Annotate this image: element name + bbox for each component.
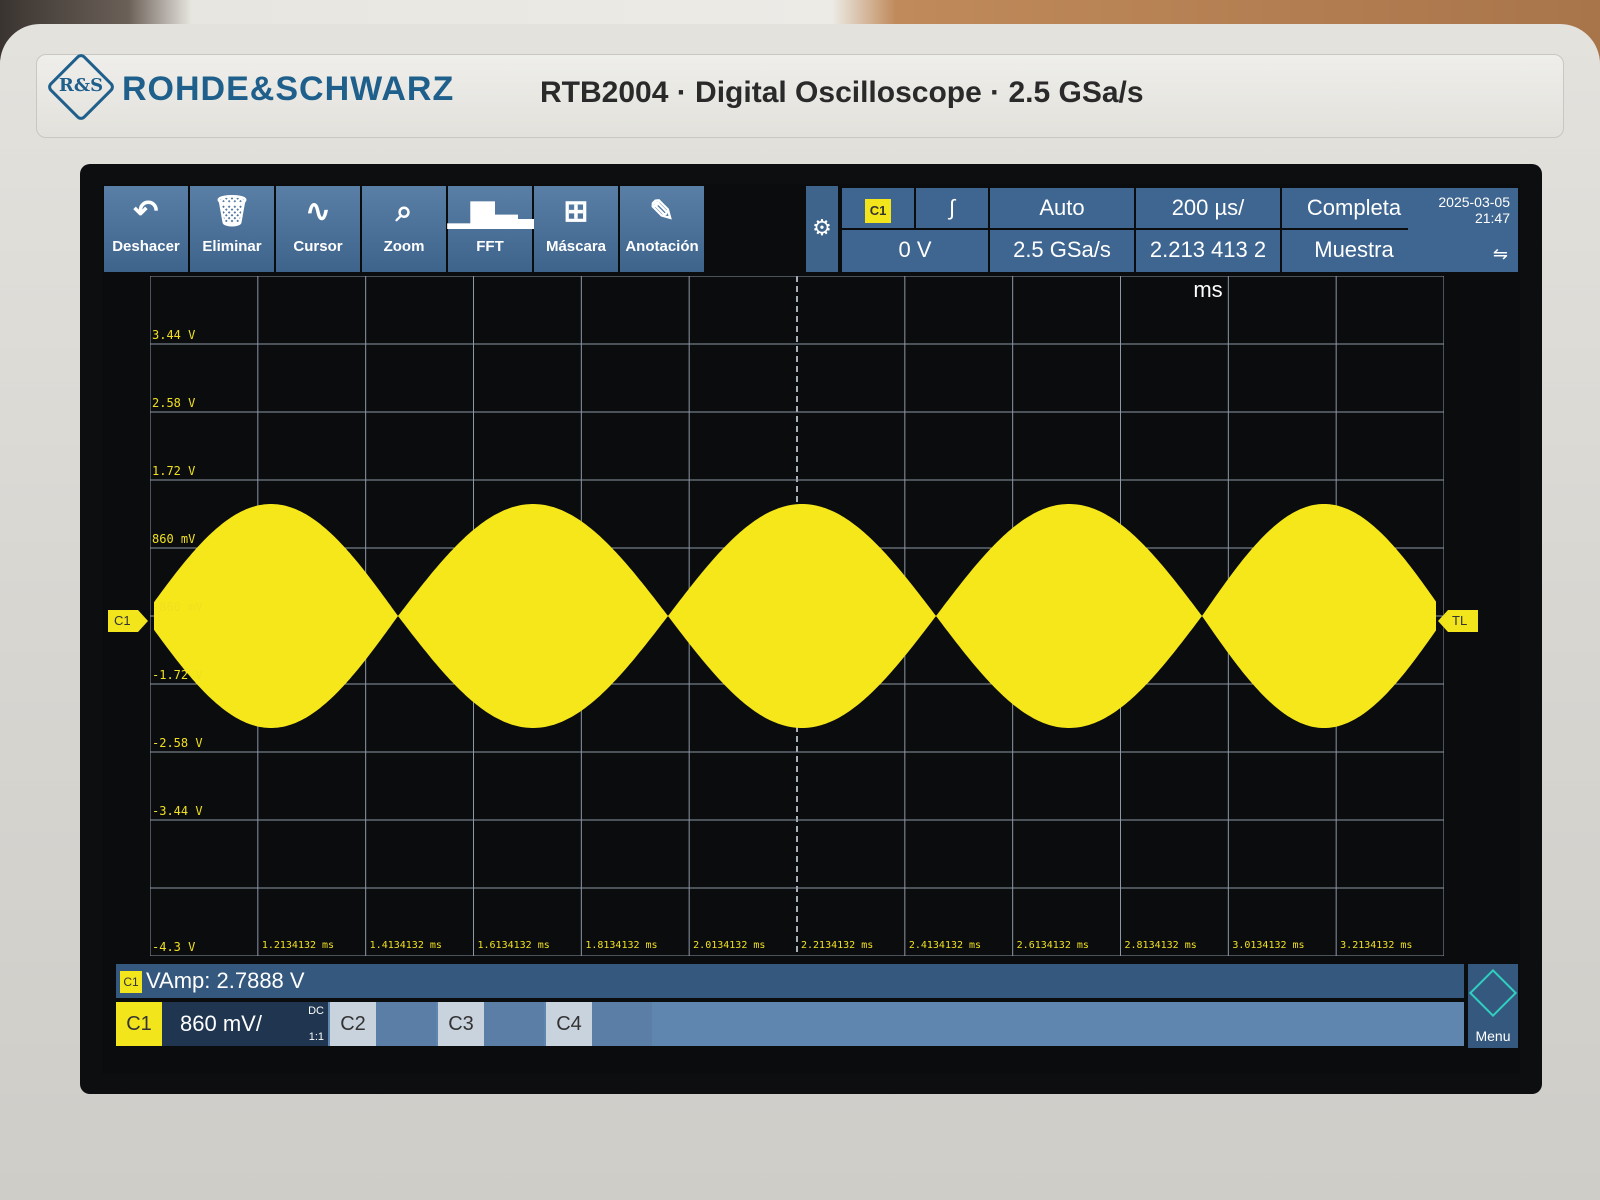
y-axis-label: -2.58 V xyxy=(152,736,203,750)
waveform-grid[interactable]: 3.44 V 2.58 V 1.72 V 860 mV -860 mV -1.72 V -2… xyxy=(150,276,1444,956)
date: 2025-03-05 xyxy=(1438,194,1510,210)
channel-c3-tag[interactable]: C3 xyxy=(438,1002,484,1046)
usb-icon: ⇋ xyxy=(1492,244,1508,264)
fft-label: FFT xyxy=(476,238,504,255)
y-axis-label: 1.72 V xyxy=(152,464,196,478)
x-axis-label: 2.2134132 ms xyxy=(801,940,874,951)
annotation-button[interactable]: ✎ Anotación xyxy=(620,186,704,272)
x-axis-label: 1.6134132 ms xyxy=(477,940,550,951)
channel-c2-tag[interactable]: C2 xyxy=(330,1002,376,1046)
undo-button[interactable]: ↶ Deshacer xyxy=(104,186,188,272)
mask-label: Máscara xyxy=(545,238,607,255)
rs-logo-text: R&S xyxy=(58,75,104,96)
undo-arrow-icon: ↶ xyxy=(133,195,159,228)
x-axis-label: 1.8134132 ms xyxy=(585,940,658,951)
channel-c1-tag[interactable]: C1 xyxy=(116,1002,162,1046)
trigger-source[interactable]: C1 xyxy=(842,188,914,228)
channel-c4-body[interactable] xyxy=(592,1002,652,1046)
x-axis-label: 3.0134132 ms xyxy=(1232,940,1305,951)
measurement-value: VAmp: 2.7888 V xyxy=(146,968,305,993)
menu-button[interactable]: Menu xyxy=(1468,964,1518,1048)
sample-mode[interactable]: Muestra xyxy=(1282,230,1426,272)
y-axis-label: -3.44 V xyxy=(152,804,203,818)
channel-marker[interactable]: C1 xyxy=(108,610,148,632)
sample-rate[interactable]: 2.5 GSa/s xyxy=(990,230,1134,272)
fft-bars-icon: ▁▆▃▂ xyxy=(448,195,541,228)
zoom-button[interactable]: ⌕ Zoom xyxy=(362,186,446,272)
gear-icon[interactable]: ⚙ xyxy=(806,186,838,272)
waveform-trace xyxy=(154,504,1436,728)
datetime: 2025-03-05 21:47 ⇋ xyxy=(1408,188,1518,272)
measurement-channel: C1 xyxy=(120,971,142,993)
channel-c2-body[interactable] xyxy=(376,1002,436,1046)
delete-button[interactable]: 🗑 Eliminar xyxy=(190,186,274,272)
waveform-svg xyxy=(150,276,1444,956)
rising-edge-icon[interactable]: ∫ xyxy=(916,188,988,228)
brand-name: ROHDE&SCHWARZ xyxy=(122,70,455,108)
trigger-level-marker[interactable]: TL xyxy=(1438,610,1478,632)
rs-menu-icon xyxy=(1468,968,1518,1018)
channel-c3-body[interactable] xyxy=(484,1002,544,1046)
undo-label: Deshacer xyxy=(112,238,180,255)
time: 21:47 xyxy=(1474,210,1510,226)
x-axis-label: 2.0134132 ms xyxy=(693,940,766,951)
fft-button[interactable]: ▁▆▃▂ FFT xyxy=(448,186,541,272)
channel-c4-tag[interactable]: C4 xyxy=(546,1002,592,1046)
trigger-source-label: C1 xyxy=(865,199,891,223)
y-axis-label: 3.44 V xyxy=(152,328,196,342)
channel-bar: C1 860 mV/ DC 1:1 C2 C3 C4 xyxy=(116,1002,1464,1046)
toolbar: ↶ Deshacer 🗑 Eliminar ∿ Cursor ⌕ Zoom ▁▆… xyxy=(104,186,804,272)
y-axis-label: -860 mV xyxy=(152,600,203,614)
menu-label: Menu xyxy=(1475,1028,1511,1044)
zoom-label: Zoom xyxy=(383,238,425,255)
x-axis-label: 2.4134132 ms xyxy=(908,940,982,951)
x-axis-label: 1.2134132 ms xyxy=(261,940,335,951)
channel-c1-coupling: DC xyxy=(308,1005,324,1017)
trash-icon: 🗑 xyxy=(212,195,252,228)
acquisition-mode[interactable]: Completa xyxy=(1282,188,1426,228)
trigger-level[interactable]: 0 V xyxy=(842,230,988,272)
delete-label: Eliminar xyxy=(202,238,262,255)
y-axis-label: -1.72 V xyxy=(152,668,203,682)
trigger-mode[interactable]: Auto xyxy=(990,188,1134,228)
cursor-button[interactable]: ∿ Cursor xyxy=(276,186,360,272)
x-axis-label: 2.6134132 ms xyxy=(1016,940,1089,951)
cursor-wave-icon: ∿ xyxy=(305,195,331,228)
cursor-label: Cursor xyxy=(293,238,343,255)
mask-button[interactable]: ⊞ Máscara xyxy=(534,186,618,272)
trigger-panel: C1 ∫ 0 V Auto 2.5 GSa/s 200 µs/ 2.213 41… xyxy=(842,188,1502,302)
measurement-bar: C1 VAmp: 2.7888 V xyxy=(116,964,1464,998)
y-axis-label: 860 mV xyxy=(152,532,196,546)
x-axis-label: 2.8134132 ms xyxy=(1124,940,1197,951)
model-line: RTB2004 · Digital Oscilloscope · 2.5 GSa… xyxy=(540,76,1144,109)
y-axis-label: -4.3 V xyxy=(152,940,196,954)
timebase[interactable]: 200 µs/ xyxy=(1136,188,1280,228)
y-axis-label: 2.58 V xyxy=(152,396,196,410)
channel-c1-scale-text: 860 mV/ xyxy=(180,1011,262,1036)
magnifier-icon: ⌕ xyxy=(395,195,413,228)
annotation-label: Anotación xyxy=(625,238,699,255)
x-axis-label: 3.2134132 ms xyxy=(1340,940,1413,951)
scope-screen: ↶ Deshacer 🗑 Eliminar ∿ Cursor ⌕ Zoom ▁▆… xyxy=(102,184,1520,1074)
mask-icon: ⊞ xyxy=(563,195,589,228)
channel-c1-scale[interactable]: 860 mV/ DC 1:1 xyxy=(162,1002,328,1046)
pencil-icon: ✎ xyxy=(649,195,675,228)
channel-c1-probe: 1:1 xyxy=(308,1031,324,1043)
horizontal-position[interactable]: 2.213 413 2 ms xyxy=(1136,230,1280,302)
x-axis-label: 1.4134132 ms xyxy=(369,940,442,951)
